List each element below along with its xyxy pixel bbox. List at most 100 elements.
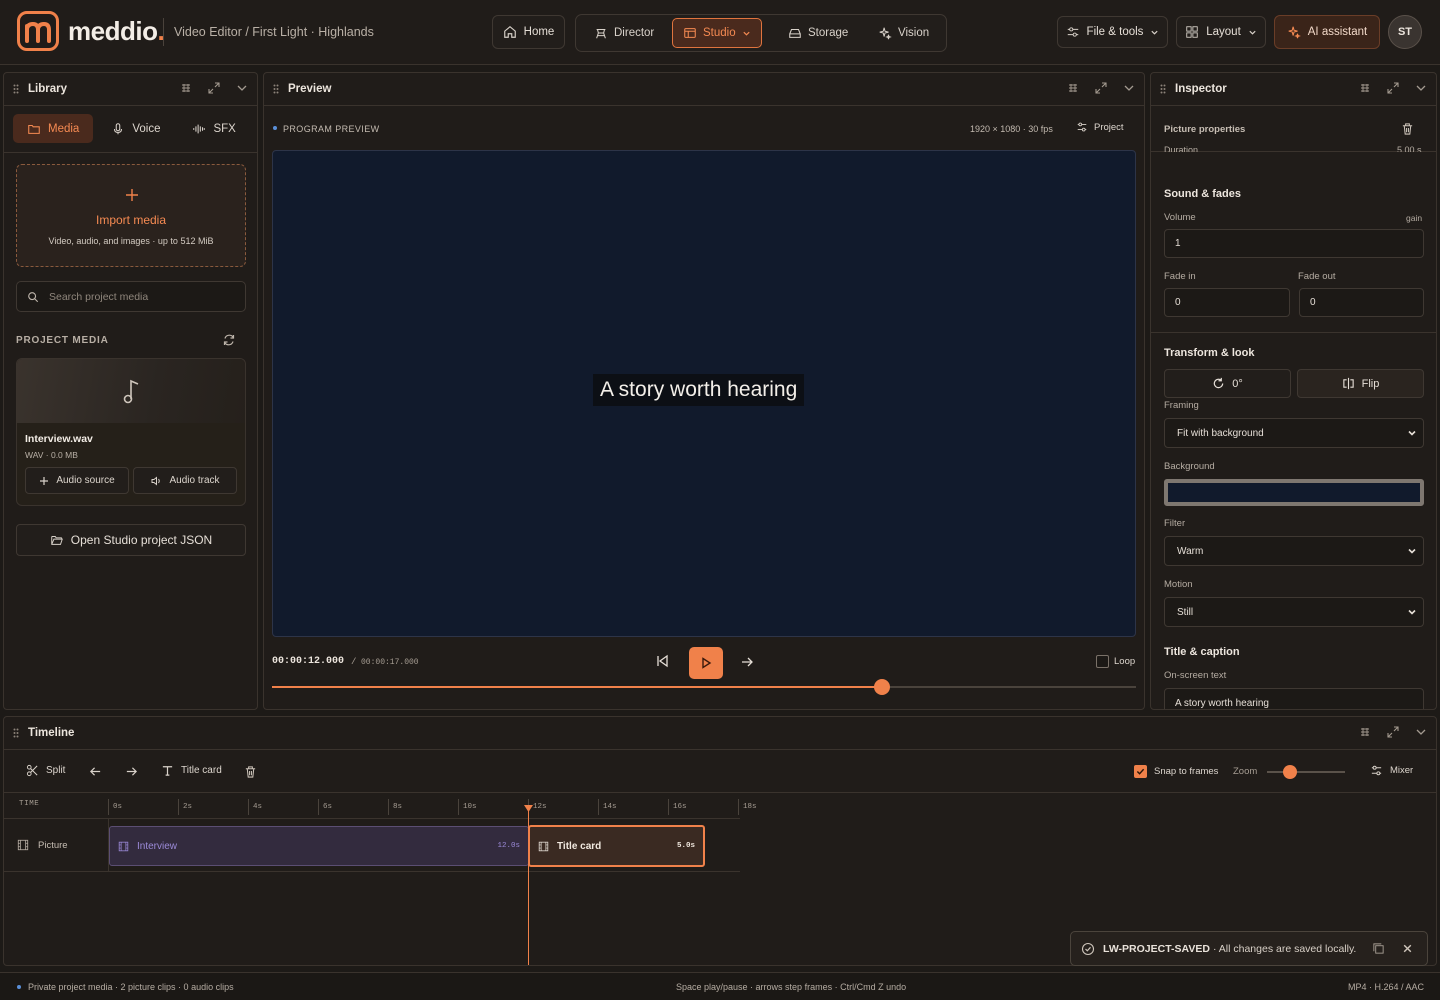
scrubber-handle[interactable] bbox=[873, 679, 890, 695]
expand-icon[interactable] bbox=[207, 81, 221, 95]
fade-in-input[interactable]: 0 bbox=[1164, 288, 1290, 317]
ruler-tick: 16s bbox=[668, 799, 687, 815]
dock-icon[interactable] bbox=[1066, 81, 1080, 95]
grid-icon bbox=[1186, 26, 1198, 38]
sliders-icon bbox=[1067, 27, 1078, 37]
status-dot-icon bbox=[17, 985, 21, 989]
drag-handle-icon[interactable] bbox=[13, 84, 19, 94]
undo-icon[interactable] bbox=[89, 765, 102, 778]
chevron-down-icon[interactable] bbox=[1414, 81, 1428, 95]
time-header: TIME bbox=[19, 800, 40, 808]
file-tools-button[interactable]: File & tools bbox=[1057, 16, 1168, 48]
snap-checkbox[interactable] bbox=[1134, 765, 1147, 778]
import-media-dropzone[interactable]: Import media Video, audio, and images · … bbox=[16, 164, 246, 267]
media-name: Interview.wav bbox=[25, 433, 93, 445]
audio-source-button[interactable]: Audio source bbox=[25, 467, 129, 494]
drag-handle-icon[interactable] bbox=[1160, 84, 1166, 94]
film-icon bbox=[538, 841, 549, 851]
media-thumbnail bbox=[17, 359, 245, 423]
fade-in-label: Fade in bbox=[1164, 271, 1196, 282]
fade-out-input[interactable]: 0 bbox=[1299, 288, 1424, 317]
expand-icon[interactable] bbox=[1386, 81, 1400, 95]
volume-input[interactable]: 1 bbox=[1164, 229, 1424, 258]
sound-fades-heading: Sound & fades bbox=[1164, 188, 1242, 200]
split-button[interactable]: Split bbox=[26, 764, 65, 777]
divider bbox=[4, 792, 1436, 793]
redo-icon[interactable] bbox=[125, 765, 138, 778]
storage-drive-icon bbox=[789, 28, 801, 38]
step-forward-icon[interactable] bbox=[740, 655, 754, 669]
panel-title: Timeline bbox=[28, 727, 75, 739]
dock-icon[interactable] bbox=[1358, 81, 1372, 95]
zoom-slider-handle[interactable] bbox=[1283, 765, 1298, 779]
playback-scrubber[interactable] bbox=[272, 679, 1136, 695]
inspector-panel: Inspector Picture properties Duration 5.… bbox=[1150, 72, 1437, 710]
nav-vision[interactable]: Vision bbox=[868, 18, 939, 48]
refresh-icon[interactable] bbox=[222, 333, 236, 347]
clip-title-card[interactable]: Title card 5.0s bbox=[528, 825, 705, 867]
tab-sfx[interactable]: SFX bbox=[178, 114, 249, 143]
dock-icon[interactable] bbox=[179, 81, 193, 95]
add-title-card-button[interactable]: Title card bbox=[161, 764, 222, 777]
copy-icon[interactable] bbox=[1372, 942, 1385, 955]
home-icon bbox=[503, 26, 516, 38]
nav-studio[interactable]: Studio bbox=[672, 18, 762, 48]
motion-select[interactable]: Still bbox=[1164, 597, 1424, 627]
onscreen-text-input[interactable]: A story worth hearing bbox=[1164, 688, 1424, 709]
layout-button[interactable]: Layout bbox=[1176, 16, 1266, 48]
trash-icon[interactable] bbox=[1401, 122, 1414, 135]
flip-button[interactable]: Flip bbox=[1297, 369, 1424, 398]
chevron-down-icon[interactable] bbox=[1122, 81, 1136, 95]
close-icon[interactable] bbox=[1402, 943, 1413, 954]
volume-hint: gain bbox=[1406, 213, 1423, 223]
chevron-down-icon[interactable] bbox=[1414, 725, 1428, 739]
filter-select[interactable]: Warm bbox=[1164, 536, 1424, 566]
chevron-down-icon bbox=[1249, 30, 1256, 35]
dock-icon[interactable] bbox=[1358, 725, 1372, 739]
clip-interview[interactable]: Interview 12.0s bbox=[109, 826, 529, 866]
ai-assistant-button[interactable]: AI assistant bbox=[1274, 15, 1380, 49]
tab-media[interactable]: Media bbox=[13, 114, 94, 143]
scrubber-fill bbox=[272, 686, 882, 688]
toast-message: · All changes are saved locally. bbox=[1212, 942, 1357, 955]
media-card[interactable]: Interview.wav WAV · 0.0 MB Audio source … bbox=[16, 358, 246, 506]
panel-title: Library bbox=[28, 83, 67, 95]
section-title: Picture properties bbox=[1164, 124, 1246, 135]
total-time: 00:00:17.000 bbox=[361, 658, 419, 667]
zoom-slider[interactable] bbox=[1267, 765, 1345, 779]
expand-icon[interactable] bbox=[1386, 725, 1400, 739]
project-settings-button[interactable]: Project bbox=[1076, 121, 1124, 133]
audio-track-button[interactable]: Audio track bbox=[133, 467, 237, 494]
track-header-picture: Picture bbox=[17, 839, 68, 851]
tab-voice[interactable]: Voice bbox=[97, 114, 174, 143]
chevron-down-icon bbox=[742, 31, 750, 36]
timeline-panel: Timeline Split Title card Snap to frames… bbox=[3, 716, 1437, 966]
background-color-swatch[interactable] bbox=[1164, 479, 1424, 506]
rotate-button[interactable]: 0° bbox=[1164, 369, 1291, 398]
playhead[interactable] bbox=[528, 806, 529, 965]
framing-select[interactable]: Fit with background bbox=[1164, 418, 1424, 448]
loop-label: Loop bbox=[1114, 656, 1136, 667]
toast-code: LW-PROJECT-SAVED bbox=[1103, 942, 1210, 955]
timeline-panel-header: Timeline bbox=[4, 717, 1436, 750]
preview-canvas[interactable]: A story worth hearing bbox=[272, 150, 1136, 637]
mixer-button[interactable]: Mixer bbox=[1370, 764, 1413, 777]
search-input[interactable] bbox=[49, 290, 229, 303]
skip-back-icon[interactable] bbox=[655, 654, 669, 668]
speaker-icon bbox=[151, 475, 161, 486]
import-subtitle: Video, audio, and images · up to 512 MiB bbox=[48, 236, 214, 246]
expand-icon[interactable] bbox=[1094, 81, 1108, 95]
chevron-down-icon[interactable] bbox=[235, 81, 249, 95]
home-button[interactable]: Home bbox=[492, 15, 565, 49]
avatar[interactable]: ST bbox=[1388, 15, 1422, 49]
open-project-json-button[interactable]: Open Studio project JSON bbox=[16, 524, 246, 556]
nav-storage[interactable]: Storage bbox=[778, 18, 858, 48]
logo-icon bbox=[17, 11, 59, 51]
play-button[interactable] bbox=[689, 647, 723, 679]
time-ruler[interactable]: 0s 2s 4s 6s 8s 10s 12s 14s 16s 18s bbox=[108, 799, 757, 819]
drag-handle-icon[interactable] bbox=[273, 84, 279, 94]
loop-checkbox[interactable] bbox=[1096, 655, 1109, 668]
nav-director[interactable]: Director bbox=[584, 18, 664, 48]
drag-handle-icon[interactable] bbox=[13, 728, 19, 738]
trash-icon[interactable] bbox=[244, 765, 257, 778]
